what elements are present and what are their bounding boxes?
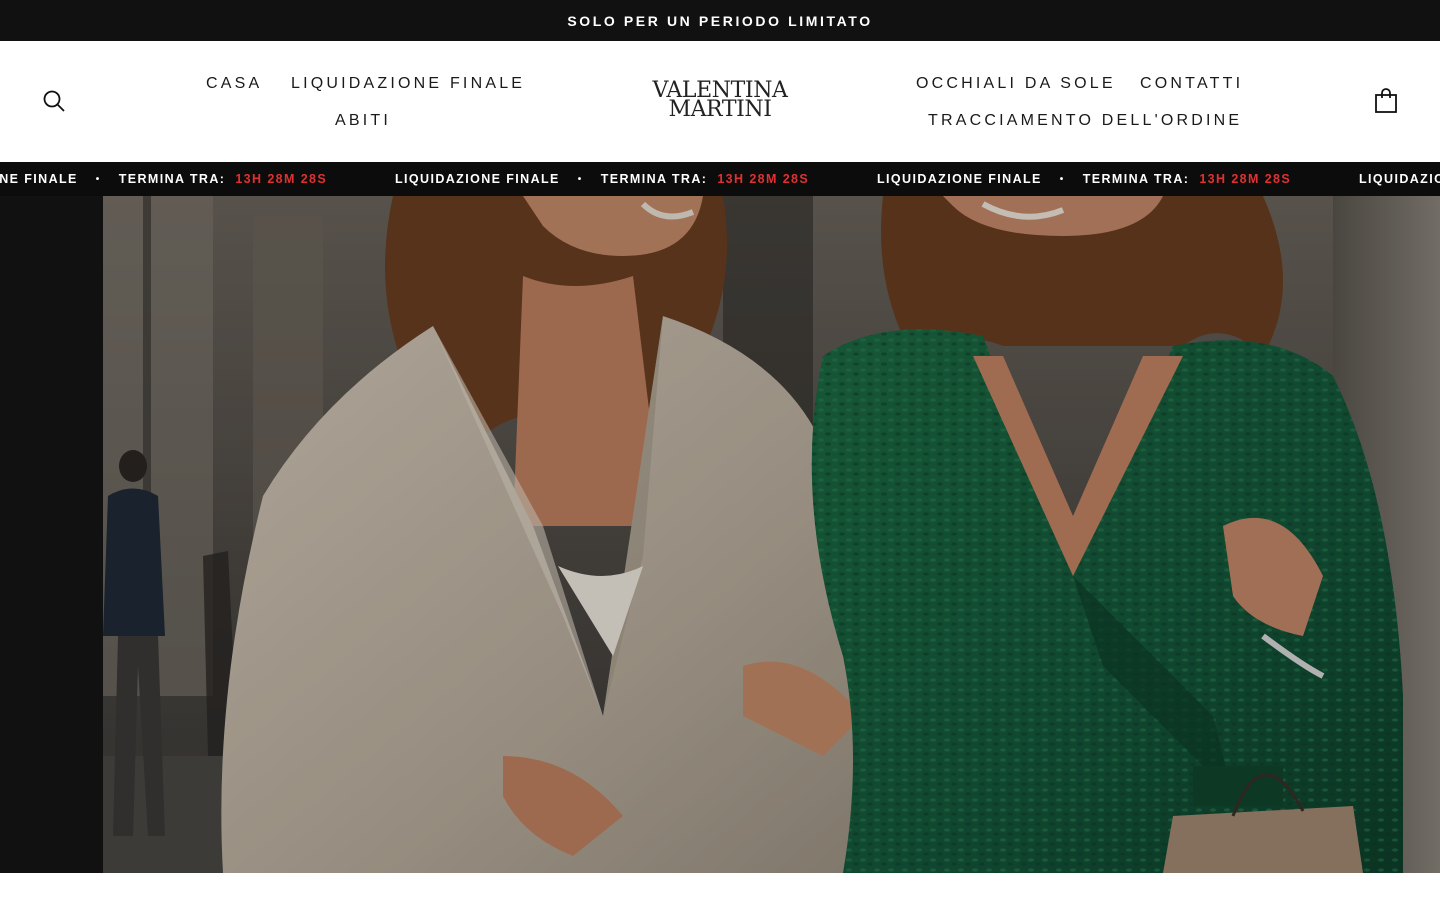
hero-image[interactable] (103, 196, 1440, 873)
ticker-item: LIQUIDAZIONE FINALE • TERMINA TRA: 13H 2… (395, 172, 877, 186)
ticker-separator: • (577, 173, 583, 185)
site-header: CASA LIQUIDAZIONE FINALE ABITI VALENTINA… (0, 41, 1440, 162)
ticker-sale-label: LIQUIDAZIONE FINALE (877, 172, 1042, 186)
nav-abiti[interactable]: ABITI (335, 111, 391, 131)
ticker-countdown: 13H 28M 28S (235, 172, 328, 186)
ticker-separator: • (95, 173, 101, 185)
ticker-sale-label: LIQUIDAZIONE FINALE (0, 172, 78, 186)
search-button[interactable] (40, 87, 68, 115)
ticker-sale-label: LIQUIDAZIONE FINALE (395, 172, 560, 186)
nav-casa[interactable]: CASA (206, 74, 262, 94)
nav-occhiali-da-sole[interactable]: OCCHIALI DA SOLE (916, 74, 1116, 94)
ticker-separator: • (1059, 173, 1065, 185)
announcement-bar: SOLO PER UN PERIODO LIMITATO (0, 0, 1440, 41)
ticker-track: LIQUIDAZIONE FINALE • TERMINA TRA: 13H 2… (0, 162, 1440, 196)
ticker-item: LIQUIDAZIONE FINALE • TERMINA TRA: 13H 2… (0, 172, 395, 186)
nav-liquidazione-finale[interactable]: LIQUIDAZIONE FINALE (291, 74, 525, 94)
ticker-sale-label: LIQUIDAZIONE FINALE (1359, 172, 1440, 186)
ticker-item: LIQUIDAZIONE FINALE • TERMINA TRA: 13H 2… (1359, 172, 1440, 186)
ticker-countdown: 13H 28M 28S (717, 172, 810, 186)
nav-contatti[interactable]: CONTATTI (1140, 74, 1243, 94)
hero-section (0, 196, 1440, 873)
nav-tracciamento-ordine[interactable]: TRACCIAMENTO DELL'ORDINE (928, 111, 1242, 131)
ticker-ends-label: TERMINA TRA: (1082, 172, 1190, 186)
ticker-item: LIQUIDAZIONE FINALE • TERMINA TRA: 13H 2… (877, 172, 1359, 186)
shopping-bag-icon (1375, 88, 1397, 113)
cart-button[interactable] (1372, 87, 1400, 115)
ticker-ends-label: TERMINA TRA: (118, 172, 226, 186)
ticker-ends-label: TERMINA TRA: (600, 172, 708, 186)
search-icon (43, 90, 65, 112)
announcement-text: SOLO PER UN PERIODO LIMITATO (567, 12, 873, 29)
countdown-ticker: LIQUIDAZIONE FINALE • TERMINA TRA: 13H 2… (0, 162, 1440, 196)
ticker-countdown: 13H 28M 28S (1199, 172, 1292, 186)
brand-logo[interactable]: VALENTINA MARTINI (640, 80, 800, 121)
